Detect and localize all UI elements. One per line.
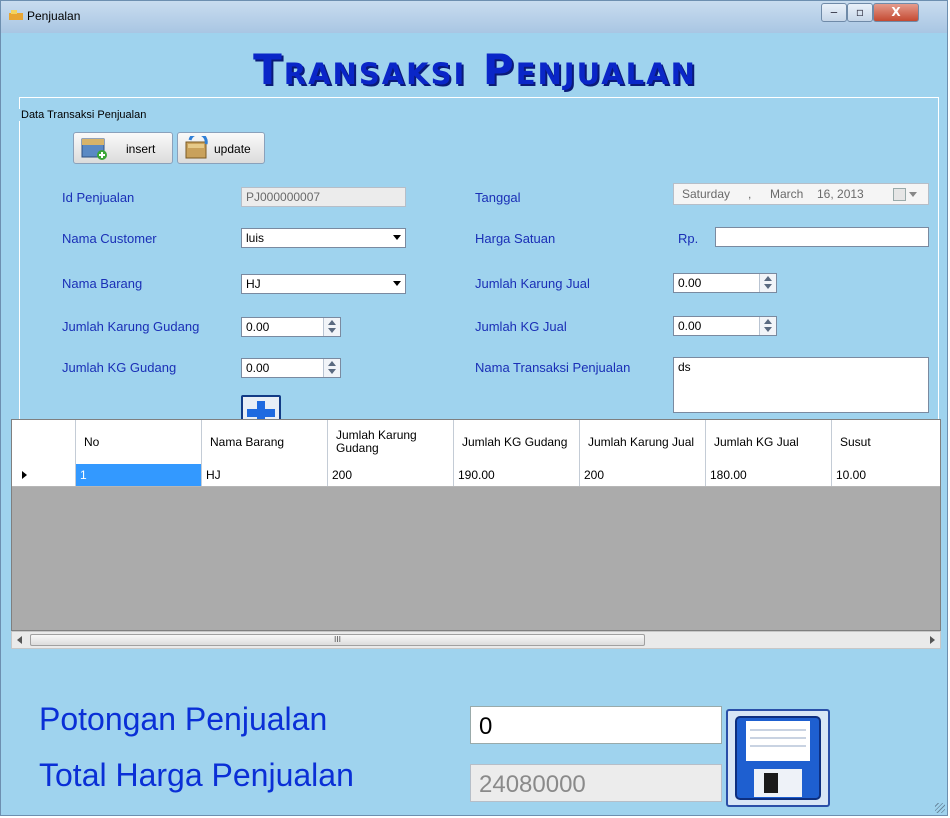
column-header-no[interactable]: No xyxy=(76,420,202,464)
insert-icon xyxy=(81,138,107,160)
insert-button[interactable]: insert xyxy=(73,132,173,164)
harga-satuan-field[interactable] xyxy=(715,227,929,247)
current-row-arrow-icon xyxy=(22,471,27,479)
cell-nama-barang[interactable]: HJ xyxy=(202,464,328,486)
jumlah-kg-jual-label: Jumlah KG Jual xyxy=(475,319,567,334)
nama-barang-value: HJ xyxy=(246,277,261,291)
window-title: Penjualan xyxy=(27,9,81,23)
jumlah-kg-gudang-stepper[interactable]: 0.00 xyxy=(241,358,341,378)
grid-header: No Nama Barang Jumlah Karung Gudang Juml… xyxy=(12,420,940,465)
id-penjualan-label: Id Penjualan xyxy=(62,190,135,205)
maximize-icon: ▫ xyxy=(855,5,865,19)
jumlah-karung-gudang-stepper[interactable]: 0.00 xyxy=(241,317,341,337)
update-icon xyxy=(185,136,208,159)
close-button[interactable]: X xyxy=(873,3,919,22)
app-window: Penjualan ‒ ▫ X Transaksi Penjualan Data… xyxy=(0,0,948,816)
nama-barang-label: Nama Barang xyxy=(62,276,143,291)
cell-jumlah-karung-gudang[interactable]: 200 xyxy=(328,464,454,486)
tanggal-datepicker[interactable]: Saturday , March 16, 2013 xyxy=(673,183,929,205)
chevron-down-icon xyxy=(909,192,917,197)
jumlah-karung-jual-label: Jumlah Karung Jual xyxy=(475,276,590,291)
update-label: update xyxy=(214,142,251,156)
page-title: Transaksi Penjualan xyxy=(253,45,697,94)
harga-satuan-prefix: Rp. xyxy=(678,231,699,246)
spin-buttons-icon[interactable] xyxy=(323,318,340,336)
spin-buttons-icon[interactable] xyxy=(759,317,776,335)
jumlah-karung-gudang-value: 0.00 xyxy=(246,320,270,334)
jumlah-kg-jual-stepper[interactable]: 0.00 xyxy=(673,316,777,336)
nama-customer-value: luis xyxy=(246,231,265,245)
cell-susut[interactable]: 10.00 xyxy=(832,464,940,486)
calendar-icon xyxy=(893,188,906,201)
jumlah-kg-gudang-label: Jumlah KG Gudang xyxy=(62,360,177,375)
floppy-disk-icon xyxy=(735,716,821,800)
nama-customer-select[interactable]: luis xyxy=(241,228,406,248)
minimize-icon: ‒ xyxy=(830,5,838,19)
cell-no[interactable]: 1 xyxy=(76,464,202,486)
scroll-left-icon[interactable] xyxy=(17,636,22,644)
maximize-button[interactable]: ▫ xyxy=(847,3,873,22)
nama-transaksi-label: Nama Transaksi Penjualan xyxy=(475,360,631,375)
row-header-corner xyxy=(12,420,76,464)
cell-jumlah-kg-jual[interactable]: 180.00 xyxy=(706,464,832,486)
potongan-penjualan-label: Potongan Penjualan xyxy=(39,701,328,737)
scroll-right-icon[interactable] xyxy=(930,636,935,644)
tanggal-date: 16, 2013 xyxy=(817,187,864,201)
minimize-button[interactable]: ‒ xyxy=(821,3,847,22)
column-header-jumlah-kg-jual[interactable]: Jumlah KG Jual xyxy=(706,420,832,464)
horizontal-scrollbar[interactable]: III xyxy=(11,631,941,649)
cell-jumlah-karung-jual[interactable]: 200 xyxy=(580,464,706,486)
cell-jumlah-kg-gudang[interactable]: 190.00 xyxy=(454,464,580,486)
chevron-down-icon xyxy=(393,281,401,286)
close-icon: X xyxy=(891,5,901,19)
jumlah-karung-jual-stepper[interactable]: 0.00 xyxy=(673,273,777,293)
jumlah-kg-gudang-value: 0.00 xyxy=(246,361,270,375)
title-bar[interactable]: Penjualan ‒ ▫ X xyxy=(1,1,947,33)
row-header[interactable] xyxy=(12,464,76,486)
jumlah-kg-jual-value: 0.00 xyxy=(678,319,702,333)
insert-label: insert xyxy=(126,142,156,156)
nama-transaksi-textarea[interactable]: ds xyxy=(673,357,929,413)
jumlah-karung-gudang-label: Jumlah Karung Gudang xyxy=(62,319,200,334)
update-button[interactable]: update xyxy=(177,132,265,164)
chevron-down-icon xyxy=(393,235,401,240)
harga-satuan-label: Harga Satuan xyxy=(475,231,556,246)
column-header-jumlah-karung-gudang[interactable]: Jumlah Karung Gudang xyxy=(328,420,454,464)
scrollbar-thumb[interactable]: III xyxy=(30,634,645,646)
column-header-susut[interactable]: Susut xyxy=(832,420,940,464)
groupbox-label: Data Transaksi Penjualan xyxy=(19,109,149,121)
resize-grip-icon[interactable] xyxy=(935,803,945,813)
table-row[interactable]: 1 HJ 200 190.00 200 180.00 10.00 xyxy=(12,464,940,487)
column-header-jumlah-karung-jual[interactable]: Jumlah Karung Jual xyxy=(580,420,706,464)
app-icon xyxy=(9,10,23,20)
tanggal-label: Tanggal xyxy=(475,190,521,205)
tanggal-month: March xyxy=(770,187,804,201)
column-header-nama-barang[interactable]: Nama Barang xyxy=(202,420,328,464)
column-header-jumlah-kg-gudang[interactable]: Jumlah KG Gudang xyxy=(454,420,580,464)
spin-buttons-icon[interactable] xyxy=(323,359,340,377)
nama-barang-select[interactable]: HJ xyxy=(241,274,406,294)
items-datagrid[interactable]: No Nama Barang Jumlah Karung Gudang Juml… xyxy=(11,419,941,631)
tanggal-day: Saturday xyxy=(682,187,731,201)
nama-customer-label: Nama Customer xyxy=(62,231,157,246)
save-button[interactable] xyxy=(726,709,830,807)
tanggal-separator: , xyxy=(748,187,752,201)
total-harga-penjualan-label: Total Harga Penjualan xyxy=(39,757,354,793)
jumlah-karung-jual-value: 0.00 xyxy=(678,276,702,290)
potongan-penjualan-field[interactable]: 0 xyxy=(470,706,722,744)
id-penjualan-field[interactable]: PJ000000007 xyxy=(241,187,406,207)
spin-buttons-icon[interactable] xyxy=(759,274,776,292)
total-harga-penjualan-field[interactable]: 24080000 xyxy=(470,764,722,802)
